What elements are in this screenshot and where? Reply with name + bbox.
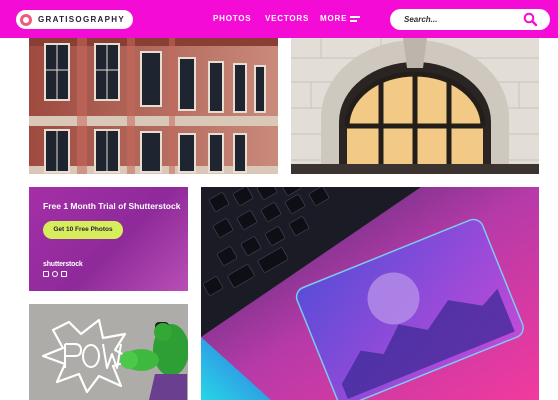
menu-icon[interactable] [350, 16, 360, 22]
nav-more-link[interactable]: MORE [320, 14, 347, 23]
laptop-trackpad-image [201, 187, 539, 400]
nav-vectors-link[interactable]: VECTORS [265, 14, 309, 23]
ad-brand-logo: shutterstock [43, 261, 83, 268]
camera-icon [43, 271, 49, 277]
music-icon [52, 271, 58, 277]
site-header: GRATISOGRAPHY PHOTOS VECTORS MORE [0, 0, 558, 38]
stone-arch-window-photo[interactable] [291, 38, 539, 174]
pow-comic-hulk-photo[interactable] [29, 304, 188, 400]
site-logo[interactable]: GRATISOGRAPHY [16, 10, 133, 29]
video-icon [61, 271, 67, 277]
search-input[interactable] [404, 13, 514, 26]
logo-mark-icon [20, 13, 32, 26]
search-icon[interactable] [523, 12, 538, 27]
ad-title: Free 1 Month Trial of Shutterstock [43, 201, 181, 211]
ad-media-icons [43, 271, 67, 277]
pow-comic-image [29, 304, 188, 400]
building-facade-photo[interactable] [29, 38, 278, 174]
stone-arch-image [291, 38, 539, 174]
page: GRATISOGRAPHY PHOTOS VECTORS MORE Search… [0, 0, 558, 400]
building-facade-image [29, 38, 278, 174]
nav-photos-link[interactable]: PHOTOS [213, 14, 251, 23]
logo-text: GRATISOGRAPHY [38, 15, 125, 24]
laptop-trackpad-photo[interactable] [201, 187, 539, 400]
get-free-photos-button[interactable]: Get 10 Free Photos [43, 221, 123, 239]
search-bar [390, 9, 550, 30]
shutterstock-ad[interactable]: Free 1 Month Trial of Shutterstock Get 1… [29, 187, 188, 291]
